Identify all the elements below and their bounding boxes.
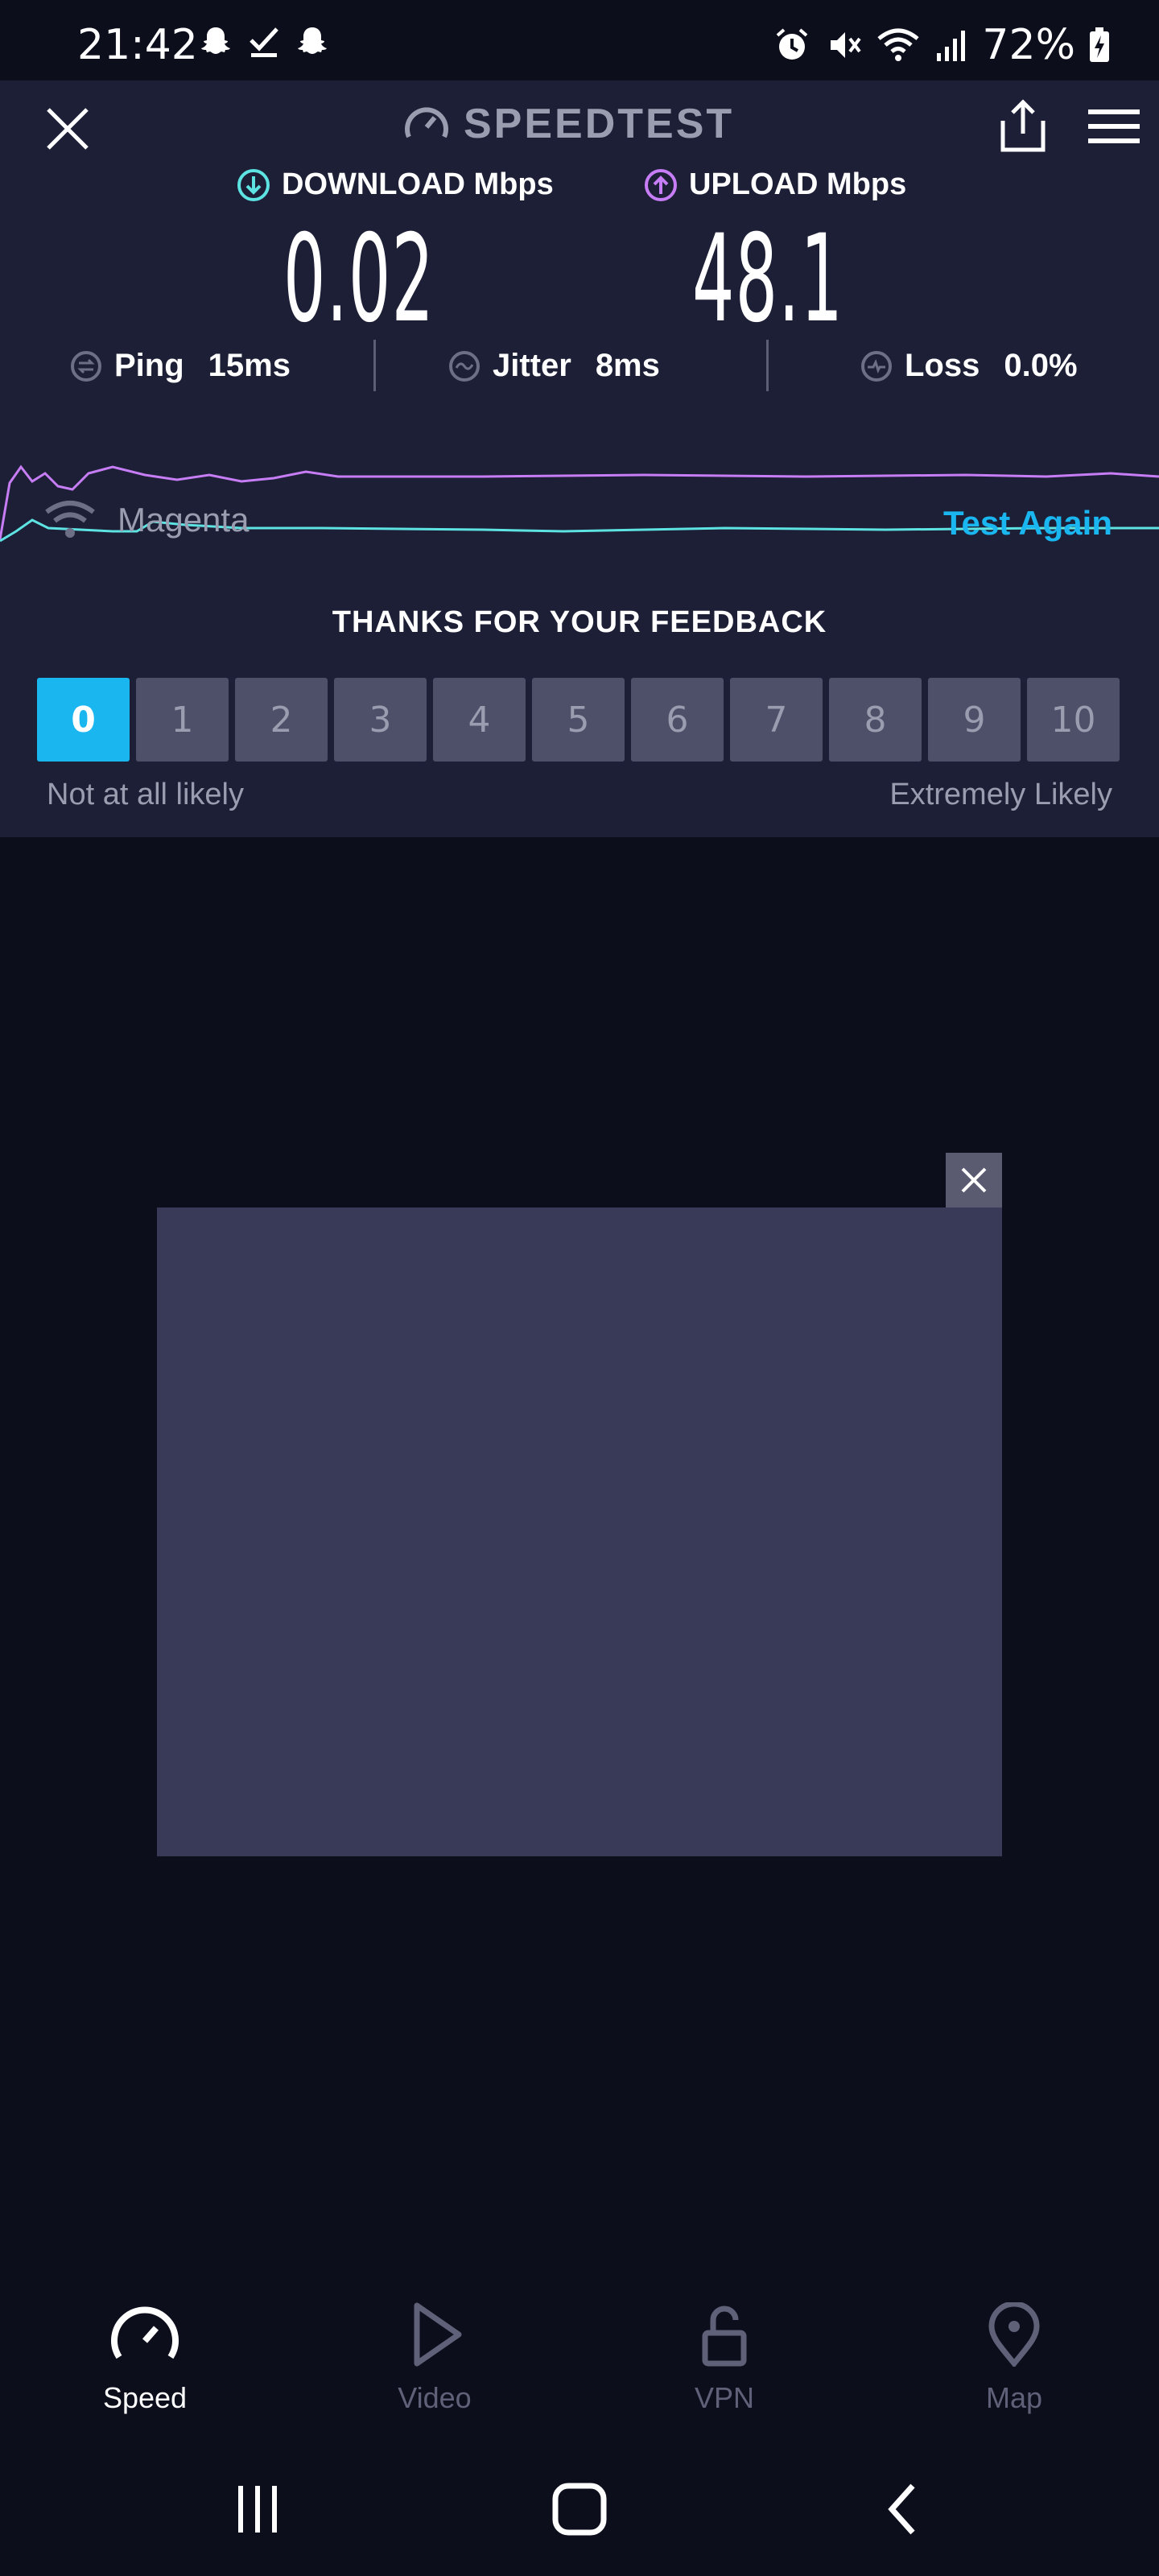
nav-video-label: Video [398,2381,472,2414]
nav-map[interactable]: Map [934,2302,1095,2415]
download-header: DOWNLOAD Mbps [237,167,554,202]
alarm-icon [777,28,808,60]
play-icon [414,2302,462,2367]
results-panel: SPEEDTEST DOWNLOAD Mbps UPLOAD Mbps 0.02… [0,80,1159,837]
loss-label: Loss [905,348,980,383]
system-navigation-bar [0,2463,1159,2560]
stat-divider [766,340,769,391]
unlock-icon [702,2306,747,2367]
close-icon[interactable] [40,101,95,156]
ping-label: Ping [114,348,184,383]
recent-apps-icon[interactable] [233,2479,282,2539]
close-icon [961,1167,987,1193]
nav-speed[interactable]: Speed [64,2302,225,2415]
ad-banner[interactable] [157,1208,1002,1856]
bottom-navigation: Speed Video VPN Map [0,2286,1159,2431]
map-pin-icon [988,2302,1040,2367]
rating-low-label: Not at all likely [47,778,244,811]
loss-stat: Loss 0.0% [860,348,1078,384]
rating-option[interactable]: 9 [928,678,1021,762]
battery-icon [1090,27,1109,62]
jitter-value: 8ms [595,348,660,383]
rating-option[interactable]: 7 [730,678,823,762]
app-logo: SPEEDTEST [402,100,734,148]
ping-icon [71,350,101,382]
nav-vpn[interactable]: VPN [644,2302,805,2415]
back-icon[interactable] [882,2479,922,2539]
rating-option[interactable]: 6 [631,678,724,762]
download-icon [237,168,270,201]
network-name: Magenta [118,501,250,539]
nav-video[interactable]: Video [354,2302,515,2415]
wifi-icon [877,28,920,61]
upload-value: 48.1 [692,209,844,349]
nav-speed-label: Speed [102,2381,188,2414]
check-icon [250,27,278,57]
download-value: 0.02 [283,209,435,349]
battery-percent: 72% [982,21,1075,69]
rating-option[interactable]: 8 [829,678,922,762]
wifi-icon [45,501,95,538]
rating-scale: 0 1 2 3 4 5 6 7 8 9 10 [37,678,1120,762]
system-status-icons: 72% [773,21,1111,69]
rating-option[interactable]: 10 [1027,678,1120,762]
signal-icon [937,31,966,61]
notification-icons [198,24,330,60]
rating-option[interactable]: 3 [334,678,427,762]
nav-map-label: Map [985,2381,1043,2414]
jitter-label: Jitter [493,348,571,383]
rating-high-label: Extremely Likely [889,778,1112,811]
status-time: 21:42 [77,21,198,69]
speedometer-icon [405,107,448,138]
download-label: DOWNLOAD Mbps [282,167,554,201]
network-info: Magenta [43,499,249,541]
jitter-icon [449,350,480,382]
speed-graph [0,464,1159,543]
snapchat-icon [298,27,327,54]
rating-option[interactable]: 4 [433,678,526,762]
rating-option[interactable]: 5 [532,678,625,762]
rating-option[interactable]: 1 [136,678,229,762]
status-bar: 21:42 72% [0,0,1159,80]
upload-header: UPLOAD Mbps [644,167,906,202]
nav-vpn-label: VPN [694,2381,755,2414]
feedback-title: THANKS FOR YOUR FEEDBACK [332,605,827,639]
mute-icon [831,32,862,58]
app-title: SPEEDTEST [464,101,735,147]
menu-icon[interactable] [1087,106,1141,148]
snapchat-icon [201,27,230,54]
jitter-stat: Jitter 8ms [448,348,660,384]
rating-option[interactable]: 0 [37,678,130,762]
packet-loss-icon [861,350,892,382]
loss-value: 0.0% [1004,348,1078,383]
ad-close-button[interactable] [946,1153,1002,1208]
home-icon[interactable] [551,2479,608,2539]
rating-option[interactable]: 2 [235,678,328,762]
test-again-button[interactable]: Test Again [943,504,1112,543]
speedometer-icon [111,2306,179,2359]
share-icon[interactable] [996,98,1050,155]
ping-stat: Ping 15ms [69,348,291,384]
stat-divider [373,340,376,391]
upload-icon [645,168,677,201]
ping-value: 15ms [208,348,291,383]
upload-label: UPLOAD Mbps [689,167,907,201]
